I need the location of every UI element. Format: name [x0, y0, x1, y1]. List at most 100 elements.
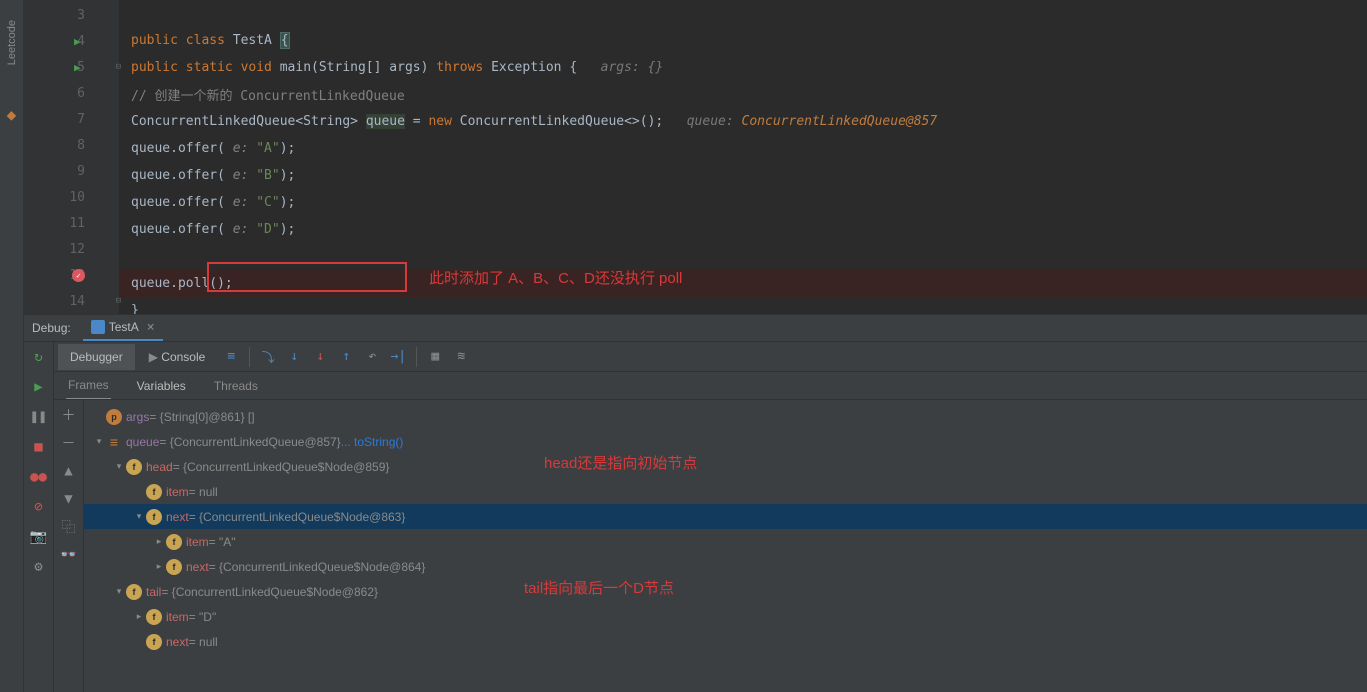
debug-tab-label: TestA: [109, 320, 139, 334]
duplicate-icon[interactable]: ⿻: [60, 518, 78, 536]
variable-row[interactable]: ▾ftail = {ConcurrentLinkedQueue$Node@862…: [84, 579, 1367, 604]
variable-row[interactable]: ▸fitem = "A": [84, 529, 1367, 554]
code-line[interactable]: }: [119, 297, 1367, 314]
rerun-icon[interactable]: ↻: [30, 348, 48, 366]
run-gutter-icon[interactable]: ▶: [74, 35, 81, 48]
chevron-icon[interactable]: ▸: [132, 611, 146, 622]
close-icon[interactable]: ×: [147, 320, 155, 335]
chevron-icon[interactable]: ▾: [112, 586, 126, 597]
run-to-cursor-icon[interactable]: →|: [386, 345, 410, 369]
gutter-line[interactable]: 8: [24, 132, 119, 158]
var-badge-icon: p: [106, 409, 122, 425]
trace-icon[interactable]: ≋: [449, 345, 473, 369]
gutter-line[interactable]: 5▶⊟: [24, 54, 119, 80]
settings-icon[interactable]: ⚙: [30, 558, 48, 576]
code-line[interactable]: queue.offer( e: "C");: [119, 189, 1367, 216]
gutter-line[interactable]: 6: [24, 80, 119, 106]
new-watch-icon[interactable]: ＋: [60, 406, 78, 424]
resume-icon[interactable]: ▶: [30, 378, 48, 396]
variable-row[interactable]: ▾fnext = {ConcurrentLinkedQueue$Node@863…: [84, 504, 1367, 529]
debug-run-tab[interactable]: TestA ×: [83, 316, 163, 341]
code-area[interactable]: public class TestA { public static void …: [119, 0, 1367, 314]
var-badge-icon: f: [126, 584, 142, 600]
chevron-icon[interactable]: ▾: [132, 511, 146, 522]
force-step-into-icon[interactable]: ↓: [308, 345, 332, 369]
debug-sidebar: ↻ ▶ ❚❚ ■ ●● ⊘ 📷 ⚙: [24, 342, 54, 692]
code-line[interactable]: public static void main(String[] args) t…: [119, 54, 1367, 81]
view-breakpoints-icon[interactable]: ●●: [30, 468, 48, 486]
highlight-box: [207, 262, 407, 292]
code-line[interactable]: queue.offer( e: "D");: [119, 216, 1367, 243]
variable-row[interactable]: ▾fhead = {ConcurrentLinkedQueue$Node@859…: [84, 454, 1367, 479]
var-value: = {ConcurrentLinkedQueue@857}: [159, 435, 340, 449]
breakpoint-icon[interactable]: [72, 269, 85, 282]
gutter-line[interactable]: 3: [24, 2, 119, 28]
code-line[interactable]: queue.offer( e: "B");: [119, 162, 1367, 189]
var-value: = {ConcurrentLinkedQueue$Node@864}: [209, 560, 426, 574]
drop-frame-icon[interactable]: ↶: [360, 345, 384, 369]
gutter-line[interactable]: 14⊟: [24, 288, 119, 314]
gutter-line[interactable]: 11: [24, 210, 119, 236]
code-line[interactable]: ConcurrentLinkedQueue<String> queue = ne…: [119, 108, 1367, 135]
threads-icon[interactable]: ≡: [219, 345, 243, 369]
var-badge-icon: f: [166, 534, 182, 550]
remove-watch-icon[interactable]: －: [60, 434, 78, 452]
variables-tree[interactable]: pargs = {String[0]@861} []▾≡queue = {Con…: [84, 400, 1367, 692]
gutter-line[interactable]: 7: [24, 106, 119, 132]
main-area: 34▶5▶⊟67891011121314⊟ public class TestA…: [24, 0, 1367, 692]
var-badge-icon: f: [126, 459, 142, 475]
debug-body: ↻ ▶ ❚❚ ■ ●● ⊘ 📷 ⚙ Debugger ▶ Console ≡ ⤵: [24, 342, 1367, 692]
gutter-line[interactable]: 9: [24, 158, 119, 184]
var-name: head: [146, 460, 173, 474]
var-badge-icon: f: [146, 509, 162, 525]
code-line[interactable]: queue.offer( e: "A");: [119, 135, 1367, 162]
variable-row[interactable]: fitem = null: [84, 479, 1367, 504]
gutter-line[interactable]: 13: [24, 262, 119, 288]
gutter-line[interactable]: 12: [24, 236, 119, 262]
evaluate-icon[interactable]: ▦: [423, 345, 447, 369]
chevron-icon[interactable]: ▸: [152, 536, 166, 547]
stop-icon[interactable]: ■: [30, 438, 48, 456]
step-over-icon[interactable]: ⤵: [256, 345, 280, 369]
var-value: = {ConcurrentLinkedQueue$Node@863}: [189, 510, 406, 524]
variable-row[interactable]: pargs = {String[0]@861} []: [84, 404, 1367, 429]
threads-tab[interactable]: Threads: [212, 373, 260, 399]
debug-toolbar: Debugger ▶ Console ≡ ⤵ ↓ ↓ ↑ ↶ →| ▦ ≋: [54, 342, 1367, 372]
camera-icon[interactable]: 📷: [30, 528, 48, 546]
chevron-icon[interactable]: ▾: [112, 461, 126, 472]
annotation-head: head还是指向初始节点: [544, 452, 697, 473]
step-out-icon[interactable]: ↑: [334, 345, 358, 369]
step-into-icon[interactable]: ↓: [282, 345, 306, 369]
code-line[interactable]: [119, 0, 1367, 27]
run-gutter-icon[interactable]: ▶: [74, 61, 81, 74]
separator: [416, 347, 417, 367]
frames-tab[interactable]: Frames: [66, 372, 111, 399]
code-line[interactable]: // 创建一个新的 ConcurrentLinkedQueue: [119, 81, 1367, 108]
pause-icon[interactable]: ❚❚: [30, 408, 48, 426]
var-name: item: [166, 485, 189, 499]
variable-row[interactable]: ▾≡queue = {ConcurrentLinkedQueue@857} ..…: [84, 429, 1367, 454]
variable-row[interactable]: ▸fnext = {ConcurrentLinkedQueue$Node@864…: [84, 554, 1367, 579]
chevron-icon[interactable]: ▾: [92, 436, 106, 447]
leetcode-tool-tab[interactable]: Leetcode: [6, 20, 18, 65]
code-line[interactable]: public class TestA {: [119, 27, 1367, 54]
tostring-link[interactable]: ... toString(): [341, 435, 404, 449]
variable-row[interactable]: fnext = null: [84, 629, 1367, 654]
gutter[interactable]: 34▶5▶⊟67891011121314⊟: [24, 0, 119, 314]
glasses-icon[interactable]: 👓: [60, 546, 78, 564]
gutter-line[interactable]: 4▶: [24, 28, 119, 54]
var-badge-icon: f: [146, 609, 162, 625]
variable-row[interactable]: ▸fitem = "D": [84, 604, 1367, 629]
console-tab[interactable]: ▶ Console: [137, 344, 218, 370]
up-icon[interactable]: ▲: [60, 462, 78, 480]
console-label: Console: [161, 350, 205, 364]
leetcode-icon[interactable]: ◆: [7, 105, 17, 124]
var-badge-icon: f: [166, 559, 182, 575]
chevron-icon[interactable]: ▸: [152, 561, 166, 572]
mute-breakpoints-icon[interactable]: ⊘: [30, 498, 48, 516]
variables-body: ＋ － ▲ ▼ ⿻ 👓 pargs = {String[0]@861} []▾≡…: [54, 400, 1367, 692]
down-icon[interactable]: ▼: [60, 490, 78, 508]
variables-tab[interactable]: Variables: [135, 373, 188, 399]
debugger-tab[interactable]: Debugger: [58, 344, 135, 370]
gutter-line[interactable]: 10: [24, 184, 119, 210]
